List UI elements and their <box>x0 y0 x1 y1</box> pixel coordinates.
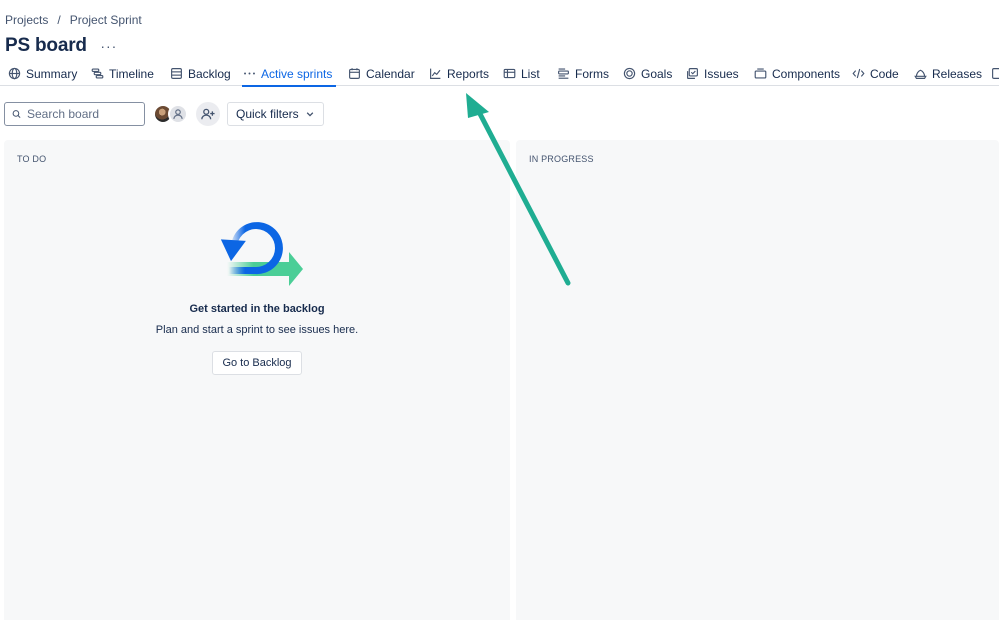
globe-icon <box>8 67 21 80</box>
tab-issues-label: Issues <box>704 66 739 81</box>
title-row: PS board ··· <box>5 35 119 57</box>
tab-calendar-label: Calendar <box>366 66 415 81</box>
go-to-backlog-button[interactable]: Go to Backlog <box>212 351 302 375</box>
reports-icon <box>430 68 441 79</box>
column-in-progress: IN PROGRESS <box>516 140 999 620</box>
quick-filters-label: Quick filters <box>236 107 299 121</box>
components-icon <box>754 68 767 79</box>
breadcrumb-projects[interactable]: Projects <box>5 13 48 27</box>
search-board[interactable] <box>4 102 145 126</box>
sprint-cycle-illustration <box>220 222 303 286</box>
forms-icon <box>558 68 569 79</box>
tab-components[interactable]: Components <box>754 62 840 85</box>
tab-components-label: Components <box>772 66 841 81</box>
add-people-button[interactable] <box>196 102 220 126</box>
column-header-todo: TO DO <box>17 154 47 164</box>
goals-icon <box>623 67 636 80</box>
search-input[interactable] <box>27 107 137 121</box>
tab-backlog-label: Backlog <box>188 66 231 81</box>
breadcrumb: Projects / Project Sprint <box>5 13 142 27</box>
tab-code-label: Code <box>870 66 899 81</box>
tab-code[interactable]: Code <box>852 62 899 85</box>
avatar-group <box>153 104 188 124</box>
empty-state-title: Get started in the backlog <box>189 303 325 315</box>
board-toolbar: Quick filters <box>4 102 324 126</box>
tab-timeline[interactable]: Timeline <box>91 62 154 85</box>
more-actions-button[interactable]: ··· <box>99 36 119 56</box>
code-icon <box>852 68 865 79</box>
person-icon <box>173 109 183 119</box>
tab-summary[interactable]: Summary <box>8 62 77 85</box>
calendar-icon <box>349 68 360 79</box>
tab-goals[interactable]: Goals <box>623 62 672 85</box>
tab-reports-label: Reports <box>447 66 490 81</box>
backlog-icon <box>171 68 182 79</box>
tab-timeline-label: Timeline <box>109 66 154 81</box>
empty-state: Get started in the backlog Plan and star… <box>4 212 510 375</box>
releases-icon <box>914 69 927 79</box>
tab-list[interactable]: List <box>503 62 540 85</box>
tab-backlog[interactable]: Backlog <box>170 62 231 85</box>
project-tabs: Summary Timeline Backlog Active sprints … <box>0 62 999 87</box>
tab-overflow[interactable] <box>991 62 999 85</box>
tab-forms[interactable]: Forms <box>557 62 609 85</box>
tab-releases[interactable]: Releases <box>914 62 982 85</box>
tab-releases-label: Releases <box>932 66 983 81</box>
page-icon <box>992 68 999 79</box>
tab-forms-label: Forms <box>575 66 609 81</box>
page-title: PS board <box>5 35 87 56</box>
tab-active-sprints-label: Active sprints <box>261 66 333 81</box>
empty-state-description: Plan and start a sprint to see issues he… <box>155 324 359 336</box>
tab-reports[interactable]: Reports <box>429 62 489 85</box>
tab-goals-label: Goals <box>641 66 673 81</box>
tab-summary-label: Summary <box>26 66 78 81</box>
tab-calendar[interactable]: Calendar <box>348 62 415 85</box>
add-person-icon <box>201 108 215 120</box>
chevron-down-icon <box>306 112 313 117</box>
breadcrumb-project-sprint[interactable]: Project Sprint <box>70 13 142 27</box>
list-icon <box>503 68 516 79</box>
tab-issues[interactable]: Issues <box>686 62 739 85</box>
timeline-icon <box>91 68 104 79</box>
column-header-in-progress: IN PROGRESS <box>529 154 594 164</box>
column-todo: TO DO Get started in the backlog Plan an… <box>4 140 510 620</box>
breadcrumb-separator: / <box>57 13 61 27</box>
more-dots-icon <box>244 72 255 75</box>
quick-filters-button[interactable]: Quick filters <box>227 102 324 126</box>
avatar-default[interactable] <box>168 104 188 124</box>
issues-icon <box>687 68 698 79</box>
tab-active-sprints[interactable]: Active sprints <box>241 62 337 87</box>
tab-list-label: List <box>521 66 540 81</box>
search-icon <box>12 110 21 119</box>
